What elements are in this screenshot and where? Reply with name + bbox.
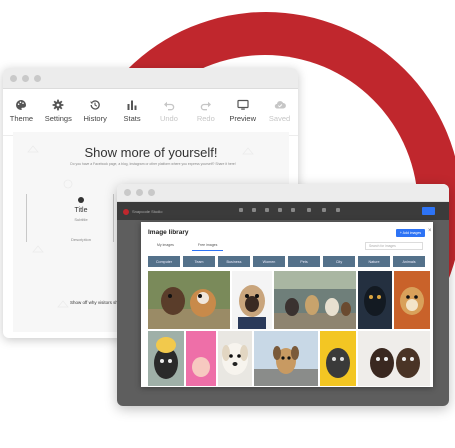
modal-title: Image library: [148, 229, 189, 236]
app-header: Snapcode Studio: [117, 202, 449, 221]
brand-name: Snapcode Studio: [132, 209, 163, 214]
redo-label: Redo: [196, 114, 215, 123]
category-pets[interactable]: Pets: [288, 256, 320, 267]
add-images-button[interactable]: + Add images: [396, 229, 425, 237]
section-footnote[interactable]: Show off why visitors sh: [70, 300, 118, 305]
stats-label: Stats: [123, 114, 141, 123]
toolbar-icon[interactable]: [278, 208, 282, 212]
link-icon: [78, 197, 84, 203]
category-women[interactable]: Women: [253, 256, 285, 267]
gear-icon: [52, 99, 64, 111]
toolbar-icon[interactable]: [322, 208, 326, 212]
settings-label: Settings: [44, 114, 72, 123]
image-thumbnail[interactable]: [358, 271, 392, 329]
window-dot-icon: [136, 189, 143, 196]
card-title: Title: [74, 207, 88, 214]
window-dot-icon: [34, 74, 41, 82]
image-thumbnail[interactable]: [274, 271, 356, 329]
window-titlebar: [3, 68, 298, 89]
category-bar: Computer Team Business Women Pets City N…: [148, 256, 425, 267]
publish-button[interactable]: [422, 207, 435, 215]
category-animals[interactable]: Animals: [393, 256, 425, 267]
category-nature[interactable]: Nature: [358, 256, 390, 267]
window-dot-icon: [148, 189, 155, 196]
undo-button[interactable]: Undo: [151, 99, 188, 135]
search-input[interactable]: Search for images: [365, 242, 423, 250]
image-thumbnail[interactable]: [148, 271, 230, 329]
history-label: History: [83, 114, 107, 123]
image-thumbnail[interactable]: [232, 271, 272, 329]
undo-icon: [163, 101, 175, 111]
preview-button[interactable]: Preview: [224, 99, 261, 135]
history-icon: [90, 100, 101, 110]
saved-label: Saved: [268, 114, 291, 123]
card-subtitle: Subtitle: [74, 217, 88, 222]
image-thumbnail[interactable]: [358, 331, 430, 386]
palette-icon: [16, 100, 27, 110]
toolbar-icon[interactable]: [265, 208, 269, 212]
history-button[interactable]: History: [77, 99, 114, 135]
editor-toolbar: Theme Settings History Stats Undo Redo P…: [3, 89, 298, 136]
redo-button[interactable]: Redo: [187, 99, 224, 135]
monitor-icon: [237, 99, 249, 110]
toolbar-icon[interactable]: [252, 208, 256, 212]
undo-label: Undo: [159, 114, 178, 123]
theme-label: Theme: [9, 114, 34, 123]
library-tabs: My images Free images: [151, 242, 224, 251]
link-card[interactable]: Title Subtitle Description: [46, 197, 116, 242]
category-team[interactable]: Team: [183, 256, 215, 267]
window-dot-icon: [10, 74, 17, 82]
image-thumbnail[interactable]: [320, 331, 356, 386]
category-computer[interactable]: Computer: [148, 256, 180, 267]
window-titlebar: [117, 184, 449, 202]
image-grid: [148, 271, 430, 386]
image-thumbnail[interactable]: [218, 331, 252, 386]
saved-button[interactable]: Saved: [261, 99, 298, 135]
redo-icon: [200, 101, 211, 111]
toolbar-icon[interactable]: [307, 208, 311, 212]
stats-button[interactable]: Stats: [114, 99, 151, 135]
image-library-modal: Image library + Add images × My images F…: [141, 222, 433, 387]
card-description: Description: [70, 237, 91, 242]
brand-logo-icon: [123, 208, 129, 215]
section-subline[interactable]: Do you have a Facebook page, a blog, Ins…: [53, 162, 253, 167]
image-thumbnail[interactable]: [254, 331, 318, 386]
toolbar-icon[interactable]: [336, 208, 340, 212]
image-thumbnail[interactable]: [186, 331, 216, 386]
theme-button[interactable]: Theme: [3, 99, 40, 135]
image-thumbnail[interactable]: [148, 331, 184, 386]
section-headline[interactable]: Show more of yourself!: [13, 145, 289, 160]
toolbar-icon[interactable]: [291, 208, 295, 212]
category-business[interactable]: Business: [218, 256, 250, 267]
tab-free-images[interactable]: Free images: [191, 242, 224, 251]
window-dot-icon: [124, 189, 131, 196]
window-dot-icon: [22, 74, 29, 82]
settings-button[interactable]: Settings: [40, 99, 77, 135]
image-thumbnail[interactable]: [394, 271, 430, 329]
tab-my-images[interactable]: My images: [151, 242, 180, 251]
preview-label: Preview: [229, 114, 257, 123]
category-city[interactable]: City: [323, 256, 355, 267]
close-icon[interactable]: ×: [428, 228, 432, 234]
bar-chart-icon: [127, 100, 137, 110]
divider-line: [26, 194, 27, 242]
cloud-check-icon: [274, 101, 286, 109]
toolbar-icon[interactable]: [239, 208, 243, 212]
